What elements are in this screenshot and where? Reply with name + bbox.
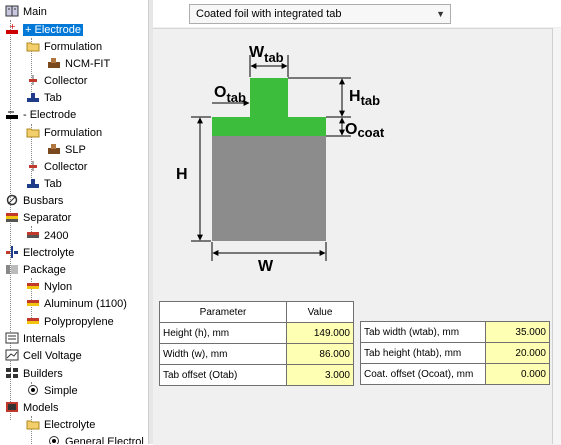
htab-label: Htab	[349, 88, 380, 108]
column-header: Value	[286, 301, 354, 323]
tab-shape	[250, 78, 288, 117]
tree-item-formulation[interactable]: Formulation	[26, 39, 102, 56]
electrolyte-icon	[5, 246, 19, 258]
material-icon	[47, 57, 61, 69]
tree-item-busbars[interactable]: Busbars	[5, 193, 63, 210]
tab-width-value-field[interactable]: 35.000	[485, 321, 550, 343]
voltage-icon	[5, 349, 19, 361]
h-label: H	[176, 166, 188, 183]
tree-item-ncm-fit[interactable]: NCM-FIT	[47, 56, 110, 73]
separator-item-icon	[26, 229, 40, 241]
material-icon	[47, 143, 61, 155]
tree-item-slp[interactable]: SLP	[47, 142, 86, 159]
book-icon	[5, 5, 19, 17]
tree-item-separator[interactable]: Separator	[5, 210, 71, 227]
electrode-diagram: Wtab Otab Htab Ocoat H W	[176, 44, 385, 275]
package-icon	[5, 263, 19, 275]
wtab-label: Wtab	[249, 44, 284, 65]
package-layer-icon	[26, 315, 40, 327]
models-icon	[5, 401, 19, 413]
dropdown-value: Coated foil with integrated tab	[196, 8, 342, 20]
foil-shape	[212, 136, 326, 241]
parameter-label: Coat. offset (Ocoat), mm	[360, 363, 486, 385]
geometry-type-dropdown[interactable]: Coated foil with integrated tab ▼	[189, 4, 451, 24]
tree-item-nylon[interactable]: Nylon	[26, 279, 72, 296]
positive-electrode-icon: +	[5, 22, 19, 35]
separator-icon	[5, 211, 19, 223]
tab-parameter-table: Tab width (wtab), mm 35.000 Tab height (…	[360, 321, 550, 385]
tree-item-tab[interactable]: Tab	[26, 176, 62, 193]
tree-item-negative-electrode[interactable]: - Electrode	[5, 107, 76, 124]
negative-electrode-icon	[5, 108, 19, 120]
package-layer-icon	[26, 280, 40, 292]
ocoat-label: Ocoat	[345, 121, 385, 140]
navigation-tree[interactable]: Main + + Electrode Formulation NCM-FIT Co…	[0, 0, 148, 444]
parameter-label: Height (h), mm	[159, 322, 287, 344]
busbar-icon	[5, 194, 19, 206]
tree-item-models-electrolyte[interactable]: Electrolyte	[26, 417, 95, 434]
parameter-label: Tab width (wtab), mm	[360, 321, 486, 343]
tree-item-2400[interactable]: 2400	[26, 228, 68, 245]
height-value-field[interactable]: 149.000	[286, 322, 354, 344]
tab-icon	[26, 91, 40, 103]
coat-offset-value-field[interactable]: 0.000	[485, 363, 550, 385]
tree-item-formulation[interactable]: Formulation	[26, 125, 102, 142]
table-row: Coat. offset (Ocoat), mm 0.000	[360, 363, 550, 385]
tree-item-internals[interactable]: Internals	[5, 331, 65, 348]
builders-icon	[5, 367, 19, 379]
parameter-label: Width (w), mm	[159, 343, 287, 365]
tree-item-aluminum[interactable]: Aluminum (1100)	[26, 296, 127, 313]
width-value-field[interactable]: 86.000	[286, 343, 354, 365]
svg-text:+: +	[9, 23, 16, 31]
tree-item-main[interactable]: Main	[5, 4, 47, 21]
w-label: W	[258, 258, 274, 275]
tree-item-cell-voltage[interactable]: Cell Voltage	[5, 348, 82, 365]
collector-icon	[26, 160, 40, 172]
internals-icon	[5, 332, 19, 344]
tab-icon	[26, 177, 40, 189]
coating-shape	[212, 117, 326, 136]
parameter-table: Parameter Value Height (h), mm 149.000 W…	[159, 301, 354, 386]
radio-selected-icon	[26, 384, 40, 396]
table-row: Width (w), mm 86.000	[159, 343, 354, 365]
package-layer-icon	[26, 297, 40, 309]
tree-item-package[interactable]: Package	[5, 262, 66, 279]
table-row: Tab width (wtab), mm 35.000	[360, 321, 550, 343]
folder-icon	[26, 40, 40, 52]
table-header-row: Parameter Value	[159, 301, 354, 323]
parameter-label: Tab height (htab), mm	[360, 342, 486, 364]
tree-item-tab[interactable]: Tab	[26, 90, 62, 107]
tree-item-general-electrolyte[interactable]: General Electrol	[47, 434, 144, 444]
folder-icon	[26, 126, 40, 138]
tab-height-value-field[interactable]: 20.000	[485, 342, 550, 364]
chevron-down-icon: ▼	[436, 9, 445, 19]
tree-item-positive-electrode[interactable]: + + Electrode	[5, 22, 83, 39]
tree-item-polypropylene[interactable]: Polypropylene	[26, 314, 114, 331]
otab-label: Otab	[214, 84, 246, 105]
column-header: Parameter	[159, 301, 287, 323]
toolbar: Coated foil with integrated tab ▼	[153, 0, 561, 27]
collector-icon	[26, 74, 40, 86]
electrode-editor-panel: Coated foil with integrated tab ▼ Wtab O…	[153, 0, 561, 445]
geometry-panel: Wtab Otab Htab Ocoat H W Parameter Value…	[153, 28, 561, 445]
tab-offset-value-field[interactable]: 3.000	[286, 364, 354, 386]
radio-selected-icon	[47, 435, 61, 444]
folder-icon	[26, 418, 40, 430]
table-row: Tab height (htab), mm 20.000	[360, 342, 550, 364]
panel-scrollbar[interactable]	[552, 28, 561, 444]
tree-item-collector[interactable]: Collector	[26, 73, 87, 90]
table-row: Tab offset (Otab) 3.000	[159, 364, 354, 386]
tree-item-builders[interactable]: Builders	[5, 366, 63, 383]
tree-item-models[interactable]: Models	[5, 400, 58, 417]
tree-item-collector[interactable]: Collector	[26, 159, 87, 176]
tree-item-electrolyte[interactable]: Electrolyte	[5, 245, 74, 262]
parameter-label: Tab offset (Otab)	[159, 364, 287, 386]
table-row: Height (h), mm 149.000	[159, 322, 354, 344]
tree-item-simple[interactable]: Simple	[26, 383, 78, 400]
